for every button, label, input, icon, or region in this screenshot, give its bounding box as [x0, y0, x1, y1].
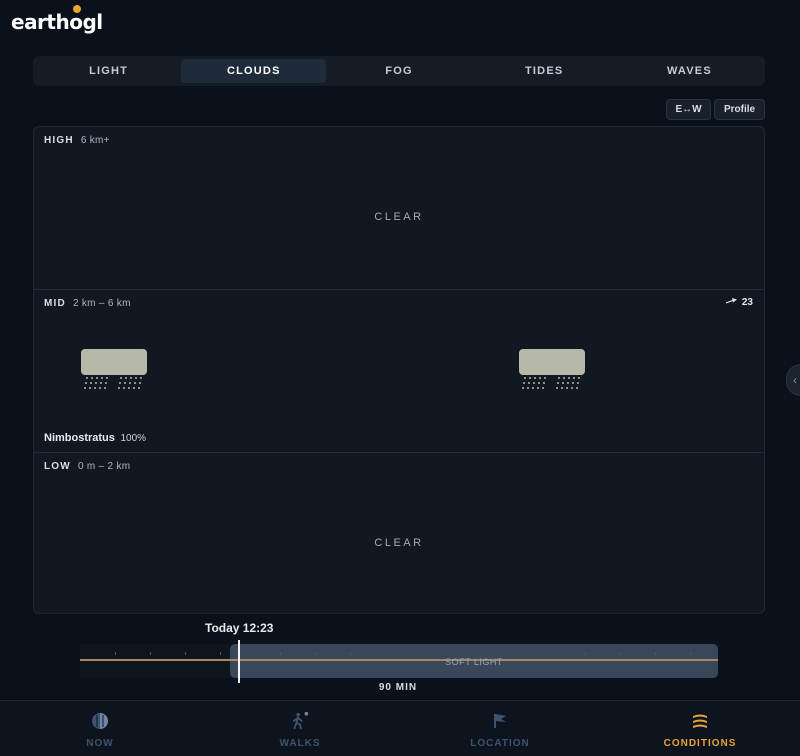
timeline-tick [690, 652, 691, 655]
cloud-layers-panel: HIGH 6 km+ CLEAR MID 2 km – 6 km 23 Nimb… [33, 126, 765, 614]
rain-icon [519, 377, 585, 391]
cloud-icon [81, 349, 147, 375]
logo-sun-letter: o [69, 5, 83, 34]
nav-now-label: NOW [86, 738, 114, 749]
direction-toggle-button[interactable]: E↔W [666, 99, 711, 120]
side-panel-handle[interactable]: ‹ [786, 364, 800, 396]
app-logo: earth o gl [11, 5, 103, 36]
nav-location[interactable]: LOCATION [400, 701, 600, 756]
cloud-icon [519, 349, 585, 375]
layer-mid-range: 2 km – 6 km [72, 298, 131, 309]
timeline-tick [655, 652, 656, 655]
conditions-tabs: LIGHT CLOUDS FOG TIDES WAVES [33, 56, 765, 86]
tab-clouds[interactable]: CLOUDS [181, 59, 327, 83]
rain-icon [81, 377, 147, 391]
tab-tides[interactable]: TIDES [472, 59, 617, 83]
light-band-label: SOFT LIGHT [445, 657, 503, 667]
hiker-icon [290, 711, 310, 731]
nav-walks[interactable]: WALKS [200, 701, 400, 756]
logo-sun-letter-text: o [69, 10, 83, 34]
tab-waves[interactable]: WAVES [617, 59, 762, 83]
timeline-tick [315, 652, 316, 655]
timeline-tick [585, 652, 586, 655]
layer-low: LOW 0 m – 2 km CLEAR [34, 453, 764, 613]
logo-text-end: gl [82, 10, 103, 34]
nav-conditions[interactable]: CONDITIONS [600, 701, 800, 756]
cloud-type-summary: Nimbostratus 100% [44, 432, 146, 444]
layer-high: HIGH 6 km+ CLEAR [34, 127, 764, 290]
timeline-tick [220, 652, 221, 655]
moon-phase-icon [90, 711, 110, 731]
time-cursor-handle[interactable] [238, 640, 240, 683]
layer-high-range: 6 km+ [80, 135, 110, 146]
layer-high-status: CLEAR [374, 211, 424, 223]
duration-label: 90 MIN [0, 682, 800, 693]
current-time-label: Today 12:23 [205, 621, 274, 635]
nav-now[interactable]: NOW [0, 701, 200, 756]
layer-mid-name: MID [44, 298, 66, 309]
duration-value: 90 MIN [378, 682, 418, 693]
wind-indicator: 23 [725, 297, 753, 308]
cloud-type-name: Nimbostratus [44, 432, 115, 444]
layer-mid: MID 2 km – 6 km 23 Nimbostratus 100% [34, 290, 764, 453]
layer-low-label: LOW 0 m – 2 km [44, 461, 130, 472]
tab-fog[interactable]: FOG [326, 59, 471, 83]
timeline-tick [620, 652, 621, 655]
layer-low-name: LOW [44, 461, 71, 472]
layer-low-status: CLEAR [374, 537, 424, 549]
chevron-left-icon: ‹ [793, 373, 797, 387]
timeline-tick [150, 652, 151, 655]
timeline-tick [280, 652, 281, 655]
wind-speed: 23 [741, 297, 753, 308]
nav-conditions-label: CONDITIONS [663, 738, 737, 749]
time-scrubber[interactable]: SOFT LIGHT [80, 640, 718, 683]
timeline-tick [115, 652, 116, 655]
profile-button[interactable]: Profile [714, 99, 765, 120]
wind-arrow-icon [725, 297, 738, 308]
layer-mid-label: MID 2 km – 6 km [44, 298, 131, 309]
tab-light[interactable]: LIGHT [36, 59, 181, 83]
cloud-coverage: 100% [120, 433, 147, 444]
timeline-tick [350, 652, 351, 655]
nav-walks-label: WALKS [279, 738, 321, 749]
logo-text-start: earth [11, 10, 70, 34]
layer-high-label: HIGH 6 km+ [44, 135, 110, 146]
layer-low-range: 0 m – 2 km [77, 461, 131, 472]
nav-location-label: LOCATION [470, 738, 530, 749]
location-flag-icon [490, 711, 510, 731]
bottom-nav: NOW WALKS LOCATION CONDITIONS [0, 700, 800, 756]
timeline-tick [185, 652, 186, 655]
layer-high-name: HIGH [44, 135, 74, 146]
conditions-layers-icon [690, 711, 710, 731]
